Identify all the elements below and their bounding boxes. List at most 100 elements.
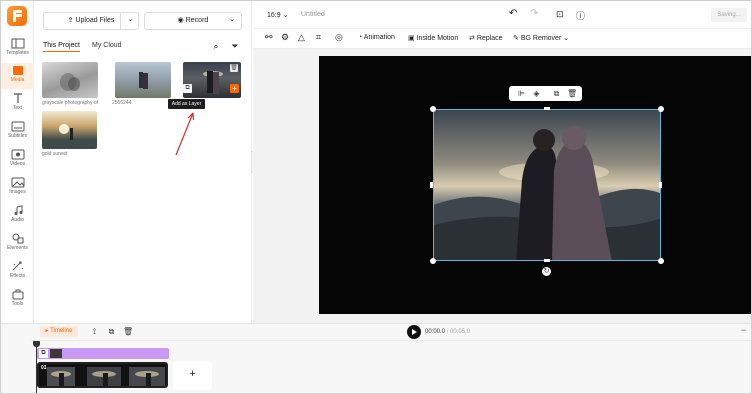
screenshot-icon[interactable]: ⊡ [556, 9, 564, 20]
media-thumb-grayscale[interactable] [42, 62, 98, 98]
rail-item-videos[interactable]: Videos [1, 147, 34, 173]
upload-icon: ⇪ [67, 17, 74, 24]
record-dropdown-button[interactable]: ⌄ [222, 12, 242, 30]
adjust-icon[interactable]: ⚙ [281, 32, 289, 43]
rail-item-effects[interactable]: Effects [1, 259, 34, 285]
rail-label: Audio [11, 217, 24, 223]
text-icon [13, 93, 22, 103]
search-icon[interactable]: ⌕ [211, 41, 221, 51]
rail-item-templates[interactable]: Templates [1, 36, 34, 62]
chevron-down-icon: ⌄ [229, 16, 235, 23]
media-caption: grayscale photography of [42, 100, 99, 106]
bg-remover-label: BG Remover [520, 35, 562, 42]
resize-handle-right[interactable] [659, 182, 662, 188]
delete-icon[interactable]: 🗑 [567, 89, 577, 98]
rotate-icon[interactable]: ↻ [542, 267, 551, 276]
undo-icon[interactable]: ↶ [509, 8, 517, 19]
selected-layer-image[interactable] [433, 109, 661, 261]
filter-icon[interactable]: ⚯ [265, 32, 273, 43]
chevron-down-icon: ⌄ [563, 35, 570, 42]
media-thumb-gold-sunset[interactable] [42, 111, 97, 149]
media-thumb-couple-selected[interactable]: 🗑 ⧉ + [183, 62, 241, 98]
rail-item-audio[interactable]: Audio [1, 203, 34, 229]
top-bar: 16:9 ⌄ Untitled ↶ ↷ ⊡ ⓘ Saving... [253, 1, 751, 29]
effects-icon [12, 261, 23, 271]
filter-icon[interactable]: ⏷ [230, 41, 240, 51]
replace-button[interactable]: ⇄ Replace [469, 34, 503, 42]
saving-button[interactable]: Saving... [711, 8, 747, 22]
couple-photo [434, 110, 660, 260]
media-caption: gold sunset [42, 151, 68, 157]
rail-item-images[interactable]: Images [1, 175, 34, 201]
resize-handle-bl[interactable] [430, 258, 436, 264]
rail-item-text[interactable]: Text [1, 91, 34, 117]
resize-handle-bottom[interactable] [544, 259, 550, 262]
delete-icon[interactable]: 🗑 [123, 327, 133, 336]
clip-number: 01 [41, 365, 47, 371]
edit-toolbar: ⚯ ⚙ △ ⌗ ◎ ◔ Animation ▣ Inside Motion ⇄ … [253, 29, 751, 49]
rail-item-tools[interactable]: Tools [1, 287, 34, 313]
tools-icon [12, 289, 23, 300]
tab-this-project[interactable]: This Project [43, 42, 80, 52]
animation-button[interactable]: ◔ Animation [358, 34, 395, 41]
timeline-toggle-button[interactable]: ▸ Timeline [40, 326, 78, 337]
media-caption: 2566244 [112, 100, 132, 106]
aspect-ratio-value: 16:9 [267, 12, 281, 19]
split-icon[interactable]: ⟟ [90, 327, 99, 336]
thumb-image [59, 124, 73, 140]
chevron-down-icon: ⌄ [127, 16, 134, 23]
time-readout: 00:00.0 / 00:05.0 [425, 329, 471, 335]
add-to-timeline-icon[interactable]: + [230, 84, 239, 93]
media-thumb-2566244[interactable] [115, 62, 171, 98]
layer-track-clip[interactable]: ⧉ [37, 348, 169, 359]
tab-my-cloud[interactable]: My Cloud [92, 42, 122, 49]
app-logo[interactable] [7, 6, 27, 26]
rail-item-elements[interactable]: Elements [1, 231, 34, 257]
aspect-ratio-select[interactable]: 16:9 ⌄ [267, 11, 288, 19]
redo-icon[interactable]: ↷ [530, 8, 538, 19]
flip-icon[interactable]: △ [298, 32, 305, 43]
resize-handle-left[interactable] [430, 182, 433, 188]
rail-label: Subtitles [7, 133, 28, 139]
copy-icon[interactable]: ⧉ [107, 327, 116, 336]
layer-floating-toolbar: ⊫ ◈ ⧉ 🗑 [509, 86, 582, 101]
project-title[interactable]: Untitled [301, 11, 325, 18]
layer-thumb [50, 349, 62, 358]
rail-label: Elements [7, 245, 28, 251]
crop-icon[interactable]: ⌗ [316, 32, 321, 43]
add-as-layer-icon[interactable]: ⧉ [183, 84, 192, 93]
media-panel: ⇪ Upload Files ⌄ ◉ Record ⌄ This Project… [34, 1, 252, 323]
opacity-icon[interactable]: ◎ [335, 32, 343, 43]
video-track-clip[interactable]: 01 [37, 362, 168, 388]
upload-label: Upload Files [75, 17, 115, 24]
delete-icon[interactable]: 🗑 [230, 64, 238, 72]
resize-handle-tl[interactable] [430, 106, 436, 112]
audio-icon [14, 205, 22, 215]
thumb-image [60, 73, 80, 91]
help-icon[interactable]: ⓘ [576, 9, 585, 22]
resize-handle-br[interactable] [658, 258, 664, 264]
bg-remover-icon: ✎ [513, 35, 519, 42]
add-clip-button[interactable]: + [173, 361, 212, 390]
thumb-image [139, 72, 148, 89]
subtitles-icon [11, 121, 24, 132]
duplicate-icon[interactable]: ⧉ [552, 89, 561, 98]
timeline-icon: ▸ [45, 328, 49, 334]
rail-label: Media [10, 77, 25, 83]
align-icon[interactable]: ⊫ [517, 89, 526, 98]
resize-handle-top[interactable] [544, 107, 550, 110]
play-button[interactable] [407, 325, 421, 339]
editor-window: Templates Media Text Subtitles Videos Im… [0, 0, 752, 394]
rail-label: Effects [9, 273, 26, 279]
resize-handle-tr[interactable] [658, 106, 664, 112]
animation-icon: ◔ [358, 34, 363, 41]
bg-remover-button[interactable]: ✎ BG Remover ⌄ [513, 34, 569, 42]
zoom-out-icon[interactable]: − [741, 325, 746, 335]
left-rail: Templates Media Text Subtitles Videos Im… [1, 1, 34, 323]
rail-item-subtitles[interactable]: Subtitles [1, 119, 34, 145]
timeline-ruler[interactable] [31, 340, 751, 345]
inside-motion-button[interactable]: ▣ Inside Motion [408, 34, 458, 42]
upload-dropdown-button[interactable]: ⌄ [120, 12, 140, 30]
rail-item-media[interactable]: Media [1, 63, 34, 89]
layers-icon[interactable]: ◈ [532, 89, 541, 98]
